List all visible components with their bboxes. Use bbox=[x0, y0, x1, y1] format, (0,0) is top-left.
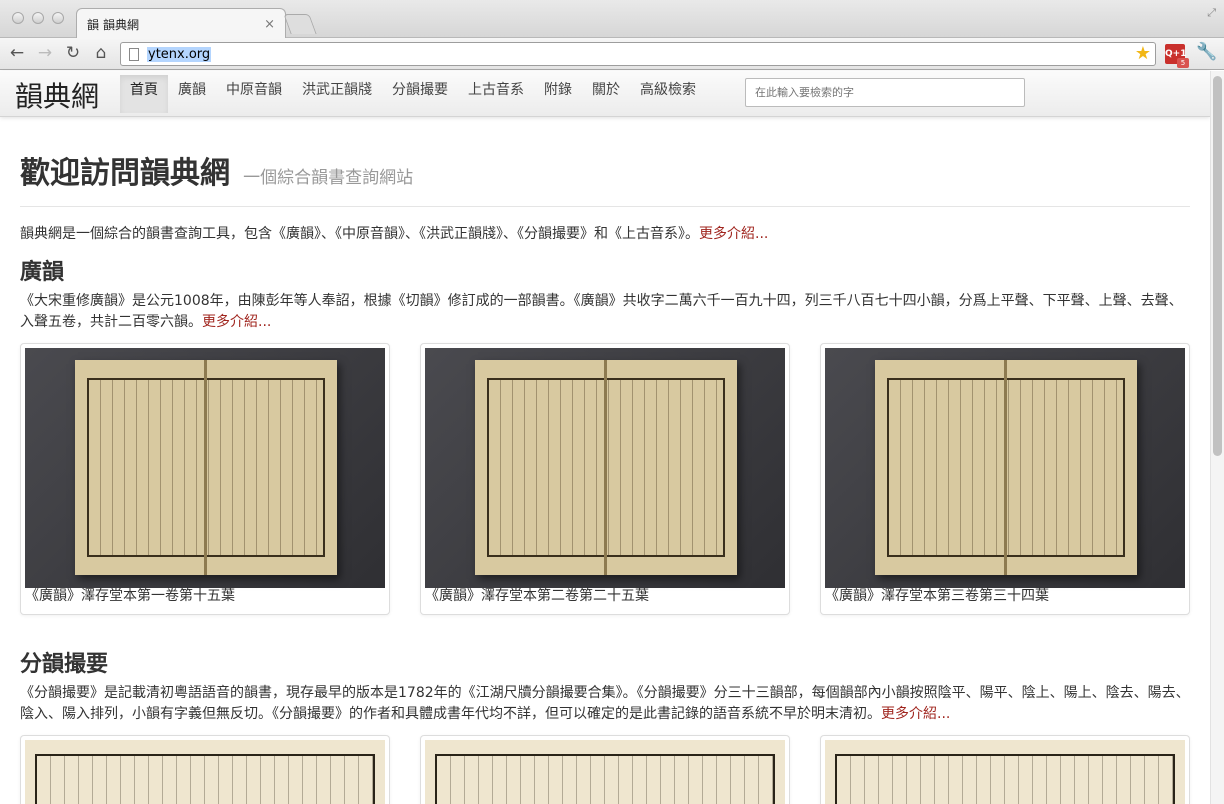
nav-item-zhongyuan[interactable]: 中原音韻 bbox=[216, 75, 292, 113]
browser-titlebar: 韻 韻典網 × ⤢ bbox=[0, 0, 1224, 39]
address-bar[interactable]: ytenx.org ★ bbox=[120, 42, 1156, 66]
book-photo bbox=[825, 348, 1185, 588]
new-tab-button[interactable] bbox=[283, 14, 317, 34]
nav-menu: 首頁 廣韻 中原音韻 洪武正韻牋 分韻撮要 上古音系 附錄 關於 高級檢索 bbox=[120, 71, 706, 117]
guangyun-more-link[interactable]: 更多介紹... bbox=[202, 314, 271, 330]
fenyun-thumbnails bbox=[20, 735, 1190, 804]
site-brand[interactable]: 韻典網 bbox=[15, 75, 99, 115]
section-title-guangyun: 廣韻 bbox=[20, 260, 65, 285]
section-desc-fenyun: 《分韻撮要》是記載清初粵語語音的韻書，現存最早的版本是1782年的《江湖尺牘分韻… bbox=[20, 683, 1190, 725]
url-text[interactable]: ytenx.org bbox=[147, 46, 212, 62]
extension-badge: 5 bbox=[1177, 58, 1189, 68]
nav-item-guangyun[interactable]: 廣韻 bbox=[168, 75, 216, 113]
book-photo bbox=[25, 348, 385, 588]
thumbnail-card[interactable]: 《廣韻》澤存堂本第二卷第二十五葉 bbox=[420, 343, 790, 615]
reload-icon[interactable]: ↻ bbox=[62, 42, 84, 64]
thumbnail-card[interactable] bbox=[420, 735, 790, 804]
thumbnail-caption: 《廣韻》澤存堂本第二卷第二十五葉 bbox=[425, 588, 649, 604]
back-icon[interactable]: ← bbox=[6, 42, 28, 64]
thumbnail-card[interactable]: 《廣韻》澤存堂本第一卷第十五葉 bbox=[20, 343, 390, 615]
site-navbar: 韻典網 首頁 廣韻 中原音韻 洪武正韻牋 分韻撮要 上古音系 附錄 關於 高級檢… bbox=[0, 71, 1210, 117]
close-window-button[interactable] bbox=[12, 12, 24, 24]
favicon-icon: 韻 bbox=[87, 17, 100, 32]
browser-tab[interactable]: 韻 韻典網 × bbox=[76, 8, 286, 39]
nav-item-advanced-search[interactable]: 高級檢索 bbox=[630, 75, 706, 113]
close-tab-icon[interactable]: × bbox=[264, 17, 275, 32]
page-subtitle: 一個綜合韻書查詢網站 bbox=[243, 168, 414, 188]
scrollbar-thumb[interactable] bbox=[1213, 76, 1222, 456]
bookmark-star-icon[interactable]: ★ bbox=[1135, 43, 1151, 65]
fenyun-more-link[interactable]: 更多介紹... bbox=[881, 706, 950, 722]
book-photo bbox=[25, 740, 385, 804]
wrench-menu-icon[interactable]: 🔧 bbox=[1196, 42, 1217, 62]
section-desc-guangyun: 《大宋重修廣韻》是公元1008年，由陳彭年等人奉詔，根據《切韻》修訂成的一部韻書… bbox=[20, 291, 1190, 333]
page-icon bbox=[129, 47, 139, 61]
thumbnail-card[interactable] bbox=[820, 735, 1190, 804]
book-photo bbox=[425, 348, 785, 588]
nav-item-fenyun[interactable]: 分韻撮要 bbox=[382, 75, 458, 113]
nav-item-about[interactable]: 關於 bbox=[582, 75, 630, 113]
tab-title: 韻典網 bbox=[103, 17, 140, 32]
guangyun-thumbnails: 《廣韻》澤存堂本第一卷第十五葉 《廣韻》澤存堂本第二卷第二十五葉 《廣韻》澤存堂… bbox=[20, 343, 1190, 615]
intro-text: 韻典網是一個綜合的韻書查詢工具，包含《廣韻》、《中原音韻》、《洪武正韻牋》、《分… bbox=[20, 223, 1190, 245]
nav-item-home[interactable]: 首頁 bbox=[120, 75, 168, 113]
nav-item-appendix[interactable]: 附錄 bbox=[534, 75, 582, 113]
section-desc-body: 《分韻撮要》是記載清初粵語語音的韻書，現存最早的版本是1782年的《江湖尺牘分韻… bbox=[20, 685, 1190, 722]
intro-more-link[interactable]: 更多介紹... bbox=[699, 226, 768, 242]
search-input[interactable] bbox=[745, 78, 1025, 107]
forward-icon[interactable]: → bbox=[34, 42, 56, 64]
minimize-window-button[interactable] bbox=[32, 12, 44, 24]
thumbnail-card[interactable]: 《廣韻》澤存堂本第三卷第三十四葉 bbox=[820, 343, 1190, 615]
book-photo bbox=[425, 740, 785, 804]
section-desc-body: 《大宋重修廣韻》是公元1008年，由陳彭年等人奉詔，根據《切韻》修訂成的一部韻書… bbox=[20, 293, 1183, 330]
hero: 歡迎訪問韻典網 一個綜合韻書查詢網站 bbox=[20, 118, 1190, 207]
intro-body: 韻典網是一個綜合的韻書查詢工具，包含《廣韻》、《中原音韻》、《洪武正韻牋》、《分… bbox=[20, 226, 699, 242]
thumbnail-caption: 《廣韻》澤存堂本第三卷第三十四葉 bbox=[825, 588, 1049, 604]
nav-item-shanggu[interactable]: 上古音系 bbox=[458, 75, 534, 113]
fullscreen-icon[interactable]: ⤢ bbox=[1207, 6, 1216, 20]
thumbnail-caption: 《廣韻》澤存堂本第一卷第十五葉 bbox=[25, 588, 235, 604]
home-icon[interactable]: ⌂ bbox=[90, 42, 112, 64]
section-title-fenyun: 分韻撮要 bbox=[20, 652, 109, 677]
page-content: 歡迎訪問韻典網 一個綜合韻書查詢網站 韻典網是一個綜合的韻書查詢工具，包含《廣韻… bbox=[20, 118, 1190, 804]
browser-toolbar: ← → ↻ ⌂ ytenx.org ★ bbox=[0, 38, 1224, 70]
thumbnail-card[interactable] bbox=[20, 735, 390, 804]
book-photo bbox=[825, 740, 1185, 804]
zoom-window-button[interactable] bbox=[52, 12, 64, 24]
nav-item-hongwu[interactable]: 洪武正韻牋 bbox=[292, 75, 382, 113]
page-title: 歡迎訪問韻典網 bbox=[20, 156, 230, 191]
